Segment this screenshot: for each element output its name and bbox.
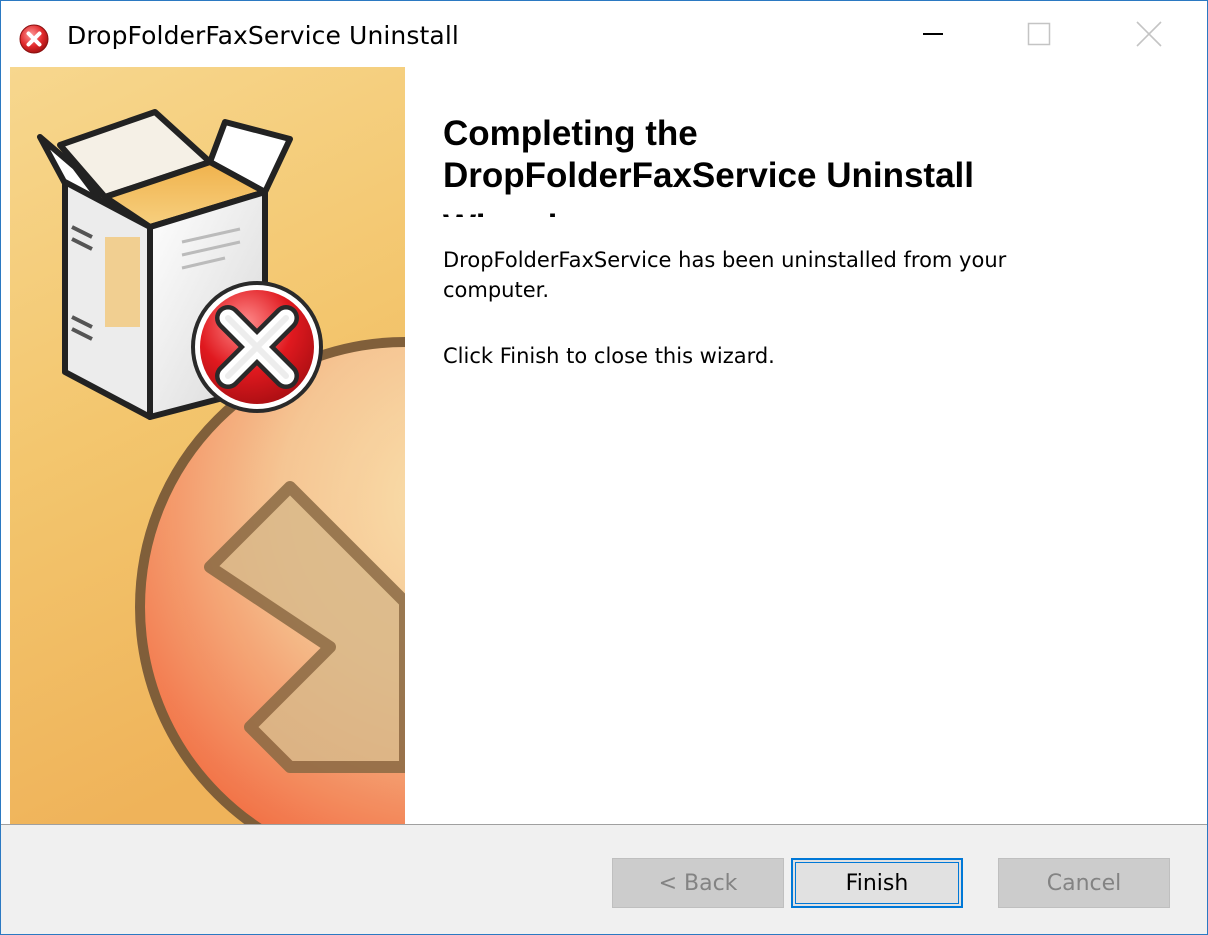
finish-button[interactable]: Finish <box>791 858 963 908</box>
page-title: Completing the DropFolderFaxService Unin… <box>443 113 1183 213</box>
uninstall-wizard-window: DropFolderFaxService Uninstall Completin… <box>0 0 1208 935</box>
button-bar: < Back Finish Cancel <box>1 824 1207 934</box>
window-title: DropFolderFaxService Uninstall <box>67 21 459 50</box>
title-bar[interactable]: DropFolderFaxService Uninstall <box>1 1 1207 67</box>
uninstall-red-x-icon <box>19 24 49 54</box>
title-line-3-clipped: Wizard <box>443 207 1183 217</box>
back-button[interactable]: < Back <box>612 858 784 908</box>
finish-instruction: Click Finish to close this wizard. <box>443 344 775 368</box>
close-button[interactable] <box>1091 1 1207 67</box>
wizard-content: Completing the DropFolderFaxService Unin… <box>405 67 1207 824</box>
cancel-button[interactable]: Cancel <box>998 858 1170 908</box>
close-icon <box>1136 21 1162 47</box>
minimize-button[interactable] <box>875 1 991 67</box>
title-line-2: DropFolderFaxService Uninstall <box>443 156 974 195</box>
maximize-button[interactable] <box>981 1 1097 67</box>
minimize-icon <box>923 33 943 35</box>
title-line-1: Completing the <box>443 114 698 153</box>
maximize-icon <box>1027 22 1051 46</box>
uninstall-status-message: DropFolderFaxService has been uninstalle… <box>443 248 1007 302</box>
red-x-badge-icon <box>191 281 323 413</box>
wizard-banner-image <box>10 67 405 824</box>
